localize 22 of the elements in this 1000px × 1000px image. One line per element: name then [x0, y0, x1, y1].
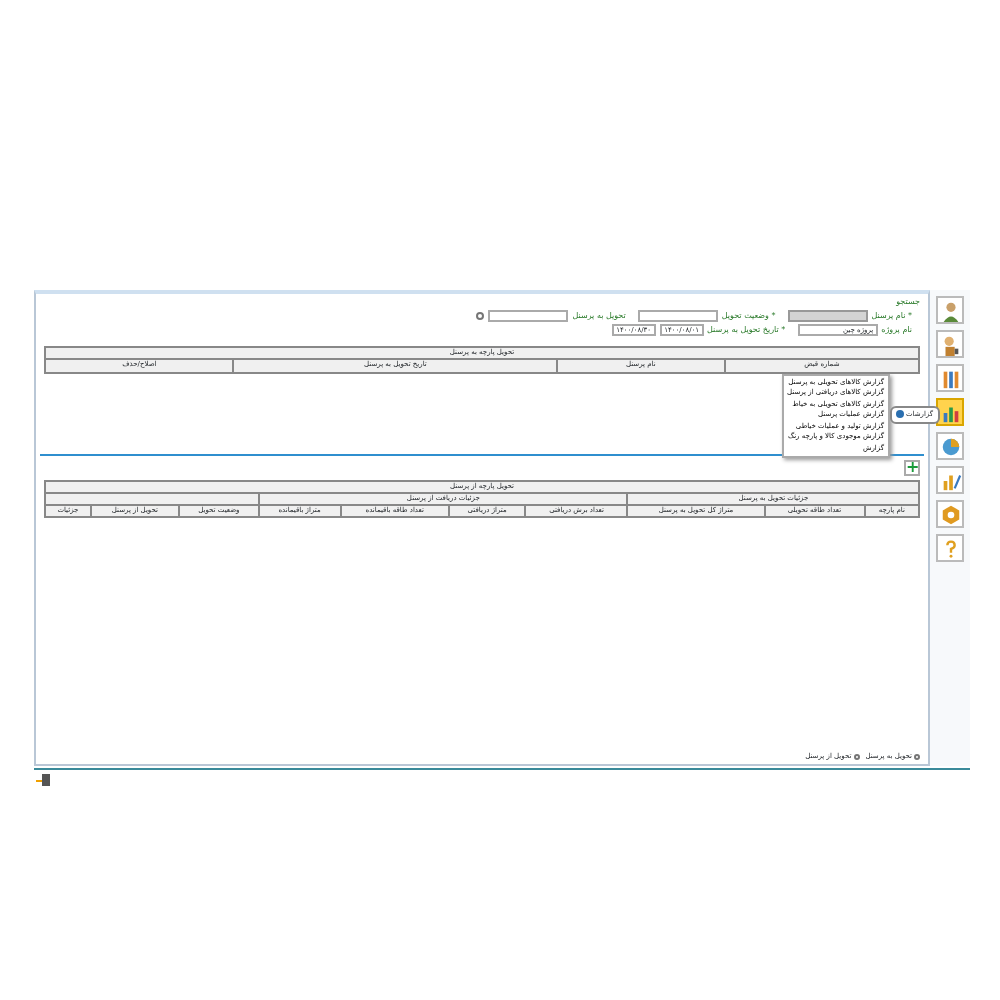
add-button[interactable]: +	[904, 459, 920, 475]
sidebar-button[interactable]	[936, 534, 964, 562]
checkbox[interactable]	[853, 753, 860, 760]
sidebar-button[interactable]	[936, 364, 964, 392]
hexagon-icon	[939, 503, 961, 525]
sidebar-button[interactable]	[936, 466, 964, 494]
sidebar-button[interactable]	[936, 296, 964, 324]
sidebar-button[interactable]	[936, 398, 964, 426]
text-field[interactable]	[488, 310, 569, 322]
pie-chart-icon	[939, 435, 961, 457]
bar-icon	[939, 367, 961, 389]
chart-pen-icon	[939, 469, 961, 491]
checkbox[interactable]	[476, 312, 485, 320]
user-icon	[939, 299, 961, 321]
user-key-icon	[939, 333, 961, 355]
checkbox[interactable]	[914, 753, 920, 760]
info-icon	[896, 410, 904, 419]
dropdown-field[interactable]	[637, 310, 718, 322]
sidebar-button[interactable]	[936, 432, 964, 460]
sidebar-button[interactable]	[936, 330, 964, 358]
sidebar-button[interactable]	[936, 500, 964, 528]
status-icon	[36, 774, 50, 786]
